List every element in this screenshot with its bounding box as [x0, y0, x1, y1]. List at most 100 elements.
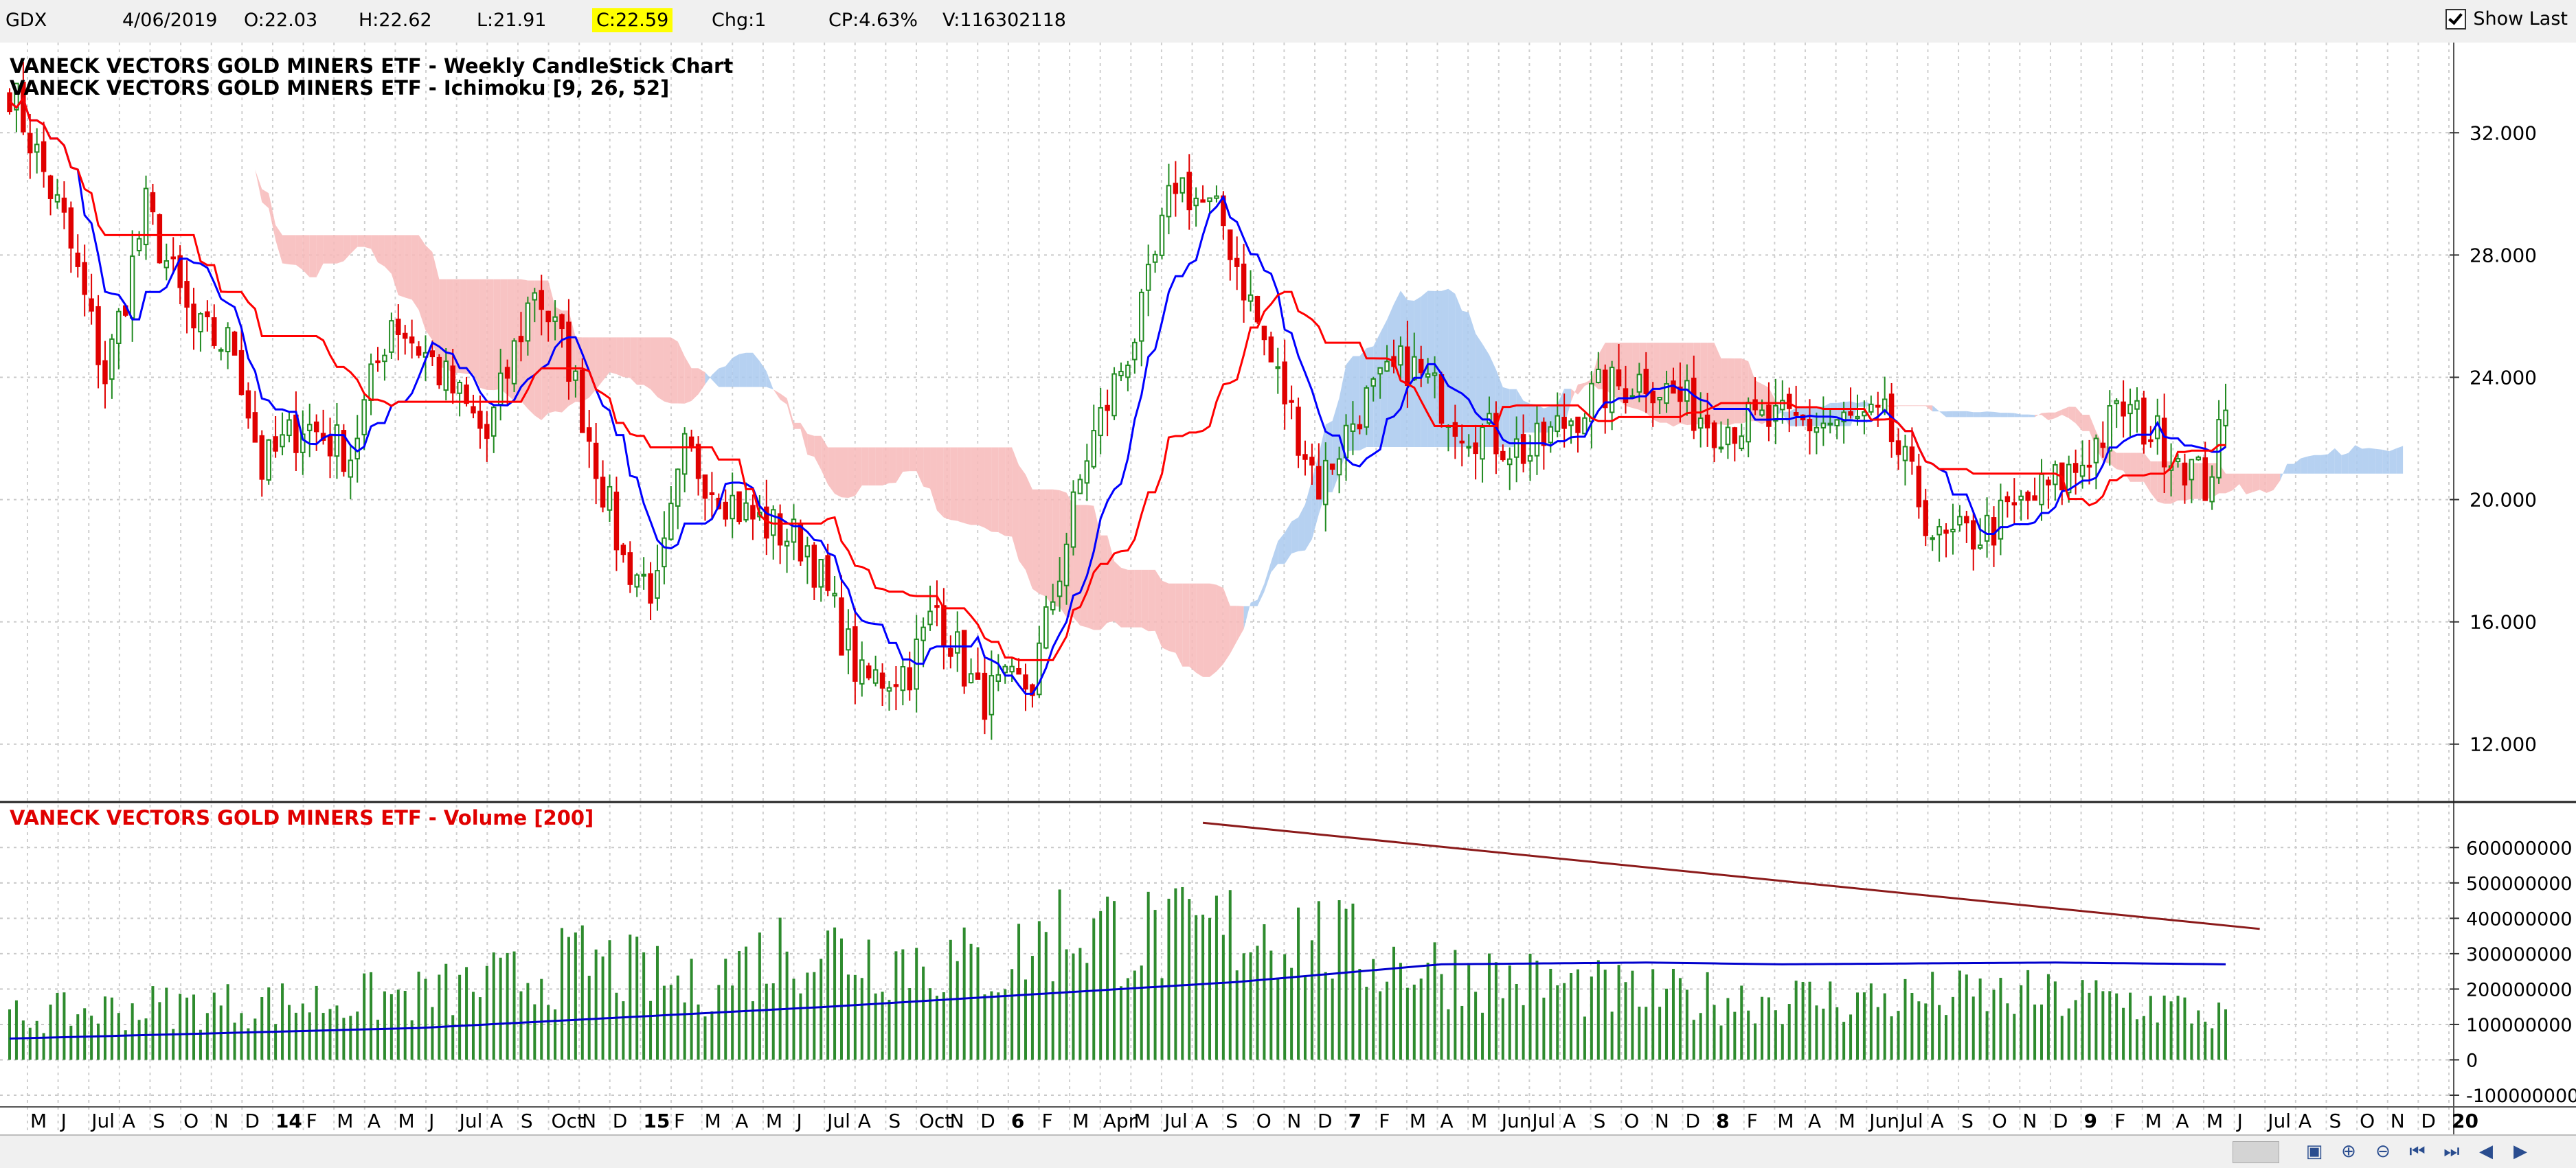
volume-bar: [1692, 1020, 1695, 1060]
candle-down: [879, 672, 885, 689]
volume-bar: [512, 951, 516, 1060]
candle-down: [273, 436, 278, 452]
candle-down: [327, 435, 333, 457]
change-value: Chg:1: [712, 10, 767, 31]
volume-bar: [1556, 985, 1559, 1060]
bullish-cloud-segment: [719, 366, 726, 387]
volume-tick-label: 400000000: [2466, 908, 2573, 930]
candle-down: [184, 281, 190, 308]
bearish-cloud-segment: [807, 433, 815, 457]
volume-bar: [894, 951, 898, 1060]
low-value: L:21.91: [477, 10, 547, 31]
candle-down: [27, 133, 33, 154]
scroll-right-icon[interactable]: ▶: [2507, 1140, 2533, 1163]
volume-bar: [8, 1009, 11, 1060]
scroll-left-icon[interactable]: ◀: [2473, 1140, 2499, 1163]
candle-down: [1732, 427, 1738, 444]
volume-bar: [1351, 903, 1355, 1060]
volume-bar: [826, 930, 830, 1060]
checkbox-check-icon[interactable]: [2445, 8, 2467, 30]
candle-up: [1050, 601, 1056, 610]
volume-bar: [2224, 1009, 2227, 1060]
bearish-cloud-segment: [1919, 405, 1926, 406]
candle-up: [1534, 422, 1540, 457]
volume-bar: [2190, 1023, 2193, 1060]
candle-down: [620, 545, 626, 556]
candle-down: [2121, 401, 2126, 417]
candle-down: [1105, 404, 1110, 411]
volume-bar: [703, 1016, 707, 1060]
candle-up: [641, 573, 646, 577]
candle-up: [2127, 404, 2133, 415]
bearish-cloud-segment: [2226, 473, 2233, 494]
candle-up: [968, 673, 974, 684]
bullish-cloud-segment: [1823, 402, 1831, 426]
scrollbar-thumb[interactable]: [2233, 1141, 2279, 1163]
candle-down: [1923, 500, 1928, 536]
bearish-cloud-segment: [1912, 405, 1919, 406]
bearish-cloud-segment: [909, 447, 917, 472]
last-page-icon[interactable]: ⏭: [2439, 1140, 2465, 1163]
candle-up: [361, 399, 367, 435]
x-tick-label: N: [950, 1110, 964, 1132]
candle-up: [1166, 185, 1172, 218]
zoom-out-icon[interactable]: ⊖: [2370, 1140, 2396, 1163]
volume-bar: [499, 957, 502, 1060]
volume-bar: [1685, 989, 1688, 1060]
candle-down: [750, 505, 756, 520]
zoom-in-icon[interactable]: ⊕: [2336, 1140, 2362, 1163]
bearish-cloud-segment: [1162, 580, 1169, 652]
candle-up: [995, 674, 1002, 683]
candle-up: [2216, 419, 2222, 479]
candle-down: [695, 444, 701, 479]
volume-bar: [1570, 972, 1573, 1060]
show-last-checkbox[interactable]: Show Last: [2445, 8, 2568, 30]
candle-up: [280, 434, 285, 448]
volume-bar: [1440, 974, 1443, 1060]
candle-up: [818, 559, 824, 588]
volume-bar: [410, 1020, 414, 1060]
candle-down: [245, 390, 251, 419]
bearish-cloud-segment: [651, 337, 657, 398]
volume-bar: [1774, 1010, 1777, 1060]
volume-bar: [2211, 1028, 2214, 1060]
bearish-cloud-segment: [364, 235, 372, 249]
print-icon[interactable]: ▣: [2301, 1140, 2327, 1163]
x-tick-label: A: [1440, 1110, 1454, 1132]
candle-up: [198, 313, 203, 333]
x-tick-label: O: [1624, 1110, 1639, 1132]
volume-bar: [1638, 1006, 1641, 1060]
bearish-cloud-segment: [1120, 567, 1128, 628]
candle-down: [1418, 358, 1424, 374]
volume-tick-label: 500000000: [2466, 873, 2573, 895]
candle-down: [1964, 516, 1969, 524]
volume-bar: [1058, 889, 1061, 1060]
candle-down: [961, 630, 967, 687]
bearish-cloud-segment: [1025, 474, 1032, 589]
candle-up: [1814, 426, 1820, 433]
bearish-cloud-segment: [971, 447, 978, 525]
bearish-cloud-segment: [411, 235, 419, 310]
x-tick-label: S: [1594, 1110, 1606, 1132]
candle-down: [709, 492, 715, 496]
x-tick-label: 8: [1716, 1110, 1729, 1132]
candle-up: [1214, 195, 1219, 199]
volume-bar: [1044, 932, 1048, 1060]
candle-down: [948, 648, 953, 657]
candle-up: [784, 540, 790, 547]
x-tick-label: A: [368, 1110, 381, 1132]
candle-up: [2189, 459, 2195, 481]
volume-bar: [867, 939, 870, 1060]
first-page-icon[interactable]: ⏮: [2404, 1140, 2430, 1163]
x-tick-label: Jul: [826, 1110, 850, 1132]
volume-bar: [1563, 983, 1566, 1060]
candle-down: [1282, 361, 1287, 404]
candle-down: [396, 319, 401, 335]
x-tick-label: O: [2360, 1110, 2375, 1132]
bearish-cloud-segment: [861, 447, 869, 486]
bullish-cloud-segment: [1987, 411, 1994, 417]
x-tick-label: A: [858, 1110, 871, 1132]
volume-bar: [342, 1018, 346, 1060]
candle-down: [1766, 404, 1772, 427]
bearish-cloud-segment: [882, 447, 890, 486]
